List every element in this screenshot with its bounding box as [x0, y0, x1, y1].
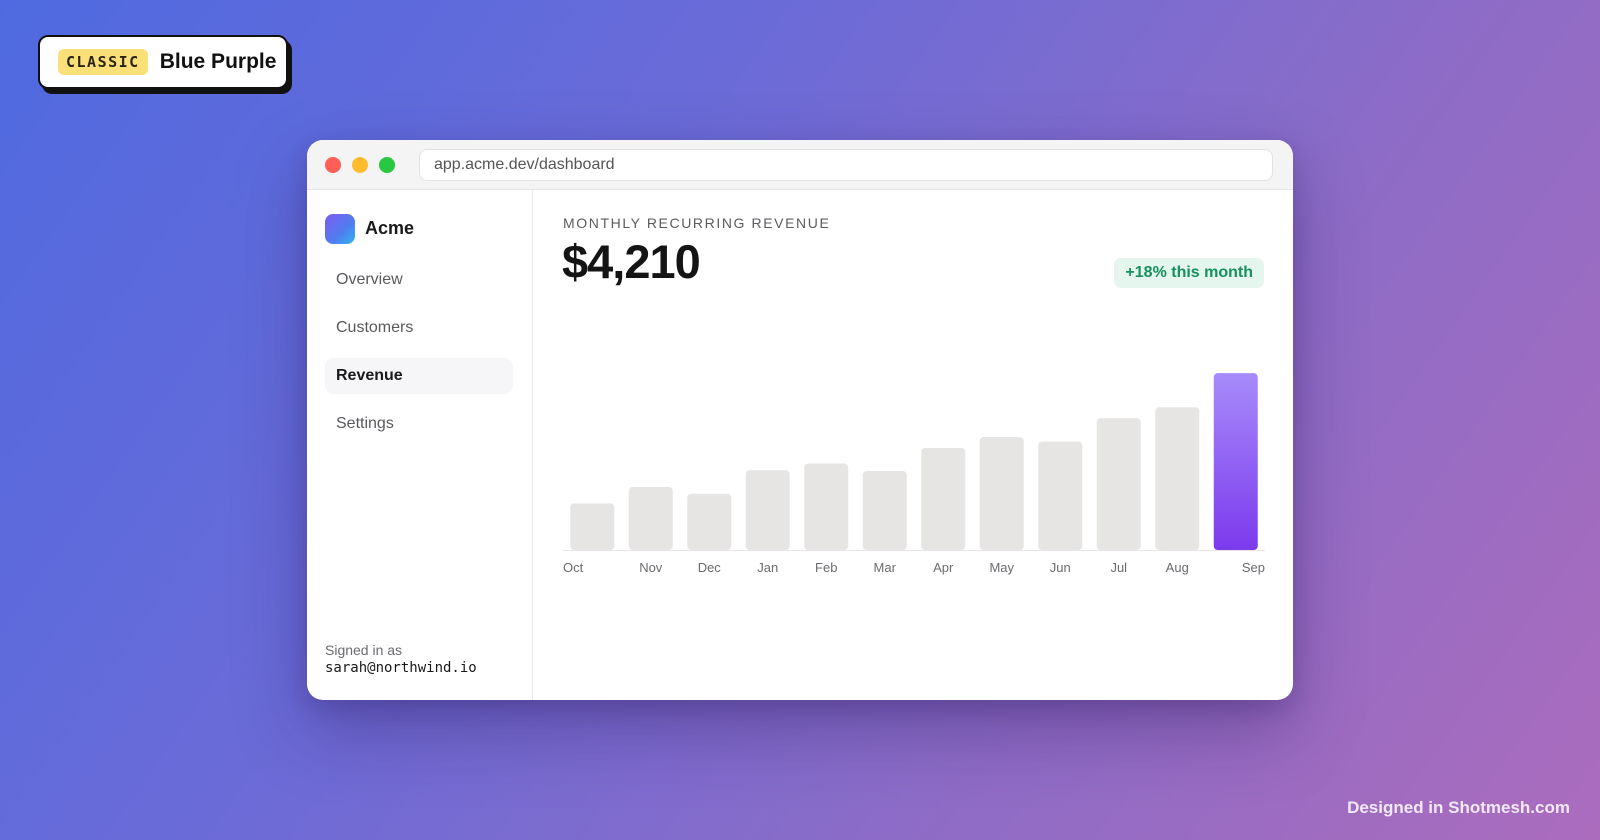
- growth-badge: +18% this month: [1114, 258, 1264, 288]
- bar-aug: [1155, 407, 1200, 550]
- metric-label: MONTHLY RECURRING REVENUE: [563, 215, 831, 231]
- bar-dec: [687, 493, 732, 550]
- bar-jan: [745, 470, 790, 550]
- close-window-button[interactable]: [325, 157, 341, 173]
- tick-label-may: May: [989, 560, 1014, 575]
- browser-window: app.acme.dev/dashboard Acme Overview Cus…: [307, 140, 1293, 700]
- tick-label-jun: Jun: [1050, 560, 1071, 575]
- tick-label-mar: Mar: [874, 560, 897, 575]
- tick-label-jul: Jul: [1110, 560, 1127, 575]
- tick-label-aug: Aug: [1166, 560, 1189, 575]
- window-titlebar: app.acme.dev/dashboard: [307, 140, 1293, 190]
- signed-in-label: Signed in as: [325, 642, 403, 658]
- sidebar-item-revenue[interactable]: Revenue: [325, 358, 513, 394]
- bar-may: [979, 437, 1024, 550]
- sidebar-item-overview[interactable]: Overview: [325, 262, 513, 298]
- tick-label-sep: Sep: [1242, 560, 1265, 575]
- minimize-window-button[interactable]: [352, 157, 368, 173]
- acme-logo-icon: [325, 214, 355, 244]
- tick-label-oct: Oct: [563, 560, 584, 575]
- sidebar-nav: Overview Customers Revenue Settings: [325, 262, 513, 454]
- bar-nov: [628, 487, 673, 550]
- signed-in-email: sarah@northwind.io: [325, 660, 477, 676]
- sidebar-item-settings[interactable]: Settings: [325, 406, 513, 442]
- bar-mar: [862, 471, 907, 550]
- metric-value: $4,210: [562, 235, 701, 288]
- revenue-bar-chart: Oct Nov Dec Jan Feb Mar Apr May Jun Jul Aug Sep: [563, 373, 1265, 575]
- bar-sep: [1213, 373, 1258, 550]
- tick-label-jan: Jan: [757, 560, 778, 575]
- bar-oct: [570, 503, 615, 550]
- theme-tag: CLASSIC: [58, 49, 148, 75]
- address-bar[interactable]: app.acme.dev/dashboard: [419, 149, 1273, 181]
- theme-name: Blue Purple: [159, 50, 277, 73]
- theme-badge: CLASSIC Blue Purple: [38, 35, 288, 89]
- tick-label-nov: Nov: [639, 560, 663, 575]
- bar-feb: [804, 463, 849, 550]
- brand-name: Acme: [365, 218, 415, 238]
- tick-label-feb: Feb: [815, 560, 837, 575]
- tick-label-apr: Apr: [933, 560, 954, 575]
- main-content: MONTHLY RECURRING REVENUE $4,210 +18% th…: [533, 190, 1293, 700]
- maximize-window-button[interactable]: [379, 157, 395, 173]
- bar-jun: [1038, 441, 1083, 550]
- bar-jul: [1096, 418, 1141, 550]
- tick-label-dec: Dec: [698, 560, 722, 575]
- sidebar: Acme Overview Customers Revenue Settings…: [307, 190, 533, 700]
- bar-apr: [921, 447, 966, 550]
- sidebar-item-customers[interactable]: Customers: [325, 310, 513, 346]
- designer-credit: Designed in Shotmesh.com: [1347, 798, 1570, 817]
